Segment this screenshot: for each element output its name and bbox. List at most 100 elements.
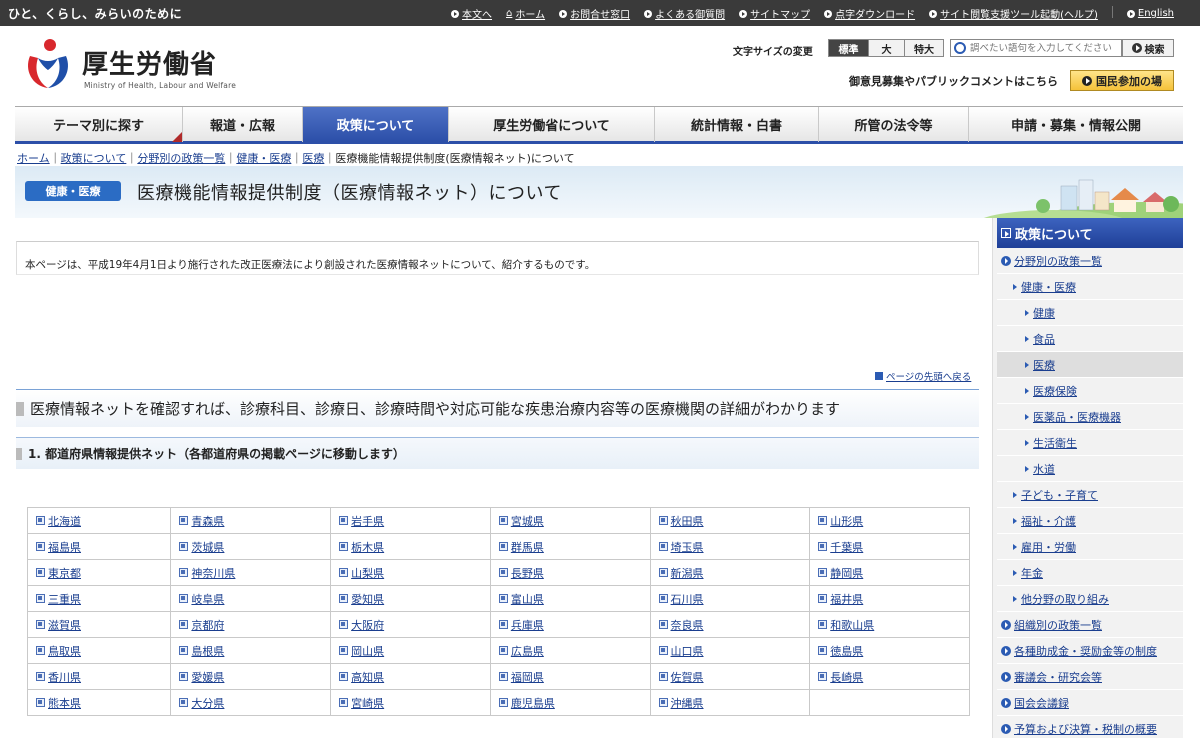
prefecture-link[interactable]: 三重県 <box>36 591 81 607</box>
sidebar-item[interactable]: 分野別の政策一覧 <box>997 248 1183 274</box>
prefecture-link[interactable]: 奈良県 <box>658 617 704 633</box>
prefecture-link[interactable]: 佐賀県 <box>658 669 704 685</box>
breadcrumb-home[interactable]: ホーム <box>17 152 50 165</box>
prefecture-link[interactable]: 東京都 <box>36 565 81 581</box>
top-link-support-tool[interactable]: サイト閲覧支援ツール起動(ヘルプ) <box>929 6 1098 21</box>
prefecture-link[interactable]: 山梨県 <box>339 565 384 581</box>
prefecture-link[interactable]: 新潟県 <box>658 565 704 581</box>
sidebar-item-label[interactable]: 分野別の政策一覧 <box>1014 253 1102 269</box>
prefecture-link[interactable]: 岐阜県 <box>179 591 224 607</box>
prefecture-link[interactable]: 群馬県 <box>498 539 544 555</box>
sidebar-item[interactable]: 医療 <box>997 352 1183 378</box>
nav-item-press[interactable]: 報道・広報 <box>183 107 303 142</box>
sidebar-item-label[interactable]: 医療 <box>1033 357 1055 373</box>
sidebar-item[interactable]: 医療保険 <box>997 378 1183 404</box>
prefecture-link[interactable]: 山口県 <box>658 643 704 659</box>
sidebar-item[interactable]: 年金 <box>997 560 1183 586</box>
nav-item-statistics[interactable]: 統計情報・白書 <box>655 107 819 142</box>
prefecture-link[interactable]: 兵庫県 <box>498 617 544 633</box>
sidebar-item[interactable]: 子ども・子育て <box>997 482 1183 508</box>
prefecture-link[interactable]: 福井県 <box>818 591 863 607</box>
font-size-large-button[interactable]: 大 <box>869 40 905 56</box>
prefecture-link[interactable]: 岩手県 <box>339 513 384 529</box>
prefecture-link[interactable]: 広島県 <box>498 643 544 659</box>
prefecture-link[interactable]: 千葉県 <box>818 539 863 555</box>
font-size-standard-button[interactable]: 標準 <box>829 40 869 56</box>
top-link-braille[interactable]: 点字ダウンロード <box>824 6 915 21</box>
sidebar-item[interactable]: 組織別の政策一覧 <box>997 612 1183 638</box>
prefecture-link[interactable]: 香川県 <box>36 669 81 685</box>
sidebar-item-label[interactable]: 年金 <box>1021 565 1043 581</box>
sidebar-item-label[interactable]: 健康 <box>1033 305 1055 321</box>
sidebar-item[interactable]: 健康・医療 <box>997 274 1183 300</box>
mhlw-logo-icon[interactable] <box>22 36 74 90</box>
prefecture-link[interactable]: 徳島県 <box>818 643 863 659</box>
search-button[interactable]: 検索 <box>1122 39 1174 57</box>
page-top-link[interactable]: ページの先頭へ戻る <box>875 369 971 383</box>
prefecture-link[interactable]: 北海道 <box>36 513 81 529</box>
top-link-english[interactable]: English <box>1126 6 1174 21</box>
breadcrumb-policy[interactable]: 政策について <box>61 152 127 165</box>
prefecture-link[interactable]: 愛媛県 <box>179 669 224 685</box>
prefecture-link[interactable]: 高知県 <box>339 669 384 685</box>
sidebar-item-label[interactable]: 医療保険 <box>1033 383 1077 399</box>
prefecture-link[interactable]: 沖縄県 <box>658 695 704 711</box>
sidebar-item[interactable]: 国会会議録 <box>997 690 1183 716</box>
sidebar-item-label[interactable]: 水道 <box>1033 461 1055 477</box>
sidebar-item-label[interactable]: 食品 <box>1033 331 1055 347</box>
sidebar-item[interactable]: 水道 <box>997 456 1183 482</box>
prefecture-link[interactable]: 大分県 <box>179 695 224 711</box>
sidebar-item[interactable]: 各種助成金・奨励金等の制度 <box>997 638 1183 664</box>
prefecture-link[interactable]: 鹿児島県 <box>498 695 555 711</box>
nav-item-policy[interactable]: 政策について <box>303 107 449 142</box>
nav-item-about[interactable]: 厚生労働省について <box>449 107 655 142</box>
nav-item-applications[interactable]: 申請・募集・情報公開 <box>969 107 1183 142</box>
sidebar-item-label[interactable]: 医薬品・医療機器 <box>1033 409 1121 425</box>
prefecture-link[interactable]: 島根県 <box>179 643 224 659</box>
prefecture-link[interactable]: 京都府 <box>179 617 224 633</box>
sidebar-item-label[interactable]: 雇用・労働 <box>1021 539 1076 555</box>
breadcrumb-medical[interactable]: 医療 <box>302 152 324 165</box>
sidebar-item-label[interactable]: 生活衛生 <box>1033 435 1077 451</box>
prefecture-link[interactable]: 福岡県 <box>498 669 544 685</box>
top-link-sitemap[interactable]: サイトマップ <box>739 6 810 21</box>
sidebar-item[interactable]: 雇用・労働 <box>997 534 1183 560</box>
sidebar-item[interactable]: 他分野の取り組み <box>997 586 1183 612</box>
sidebar-item-label[interactable]: 組織別の政策一覧 <box>1014 617 1102 633</box>
prefecture-link[interactable]: 埼玉県 <box>658 539 704 555</box>
breadcrumb-field-list[interactable]: 分野別の政策一覧 <box>137 152 225 165</box>
sidebar-item-label[interactable]: 健康・医療 <box>1021 279 1076 295</box>
prefecture-link[interactable]: 滋賀県 <box>36 617 81 633</box>
sidebar-item-label[interactable]: 子ども・子育て <box>1021 487 1098 503</box>
sidebar-item[interactable]: 福祉・介護 <box>997 508 1183 534</box>
prefecture-link[interactable]: 長崎県 <box>818 669 863 685</box>
nav-item-laws[interactable]: 所管の法令等 <box>819 107 969 142</box>
sidebar-item-label[interactable]: 福祉・介護 <box>1021 513 1076 529</box>
sidebar-item-label[interactable]: 予算および決算・税制の概要 <box>1014 721 1157 737</box>
prefecture-link[interactable]: 神奈川県 <box>179 565 235 581</box>
prefecture-link[interactable]: 和歌山県 <box>818 617 874 633</box>
prefecture-link[interactable]: 山形県 <box>818 513 863 529</box>
sidebar-item[interactable]: 食品 <box>997 326 1183 352</box>
sidebar-item[interactable]: 審議会・研究会等 <box>997 664 1183 690</box>
prefecture-link[interactable]: 岡山県 <box>339 643 384 659</box>
prefecture-link[interactable]: 大阪府 <box>339 617 384 633</box>
prefecture-link[interactable]: 栃木県 <box>339 539 384 555</box>
sidebar-item[interactable]: 生活衛生 <box>997 430 1183 456</box>
sidebar-heading[interactable]: 政策について <box>997 218 1183 248</box>
prefecture-link[interactable]: 秋田県 <box>658 513 704 529</box>
prefecture-link[interactable]: 石川県 <box>658 591 704 607</box>
font-size-xlarge-button[interactable]: 特大 <box>905 40 943 56</box>
prefecture-link[interactable]: 静岡県 <box>818 565 863 581</box>
prefecture-link[interactable]: 熊本県 <box>36 695 81 711</box>
top-link-home[interactable]: ⌂ ホーム <box>506 6 545 21</box>
sidebar-item-label[interactable]: 他分野の取り組み <box>1021 591 1109 607</box>
sidebar-item-label[interactable]: 国会会議録 <box>1014 695 1069 711</box>
sidebar-item-label[interactable]: 審議会・研究会等 <box>1014 669 1102 685</box>
prefecture-link[interactable]: 宮崎県 <box>339 695 384 711</box>
prefecture-link[interactable]: 長野県 <box>498 565 544 581</box>
public-participation-button[interactable]: 国民参加の場 <box>1070 70 1174 91</box>
logo-title[interactable]: 厚生労働省 <box>82 44 217 81</box>
sidebar-item[interactable]: 予算および決算・税制の概要 <box>997 716 1183 738</box>
prefecture-link[interactable]: 福島県 <box>36 539 81 555</box>
